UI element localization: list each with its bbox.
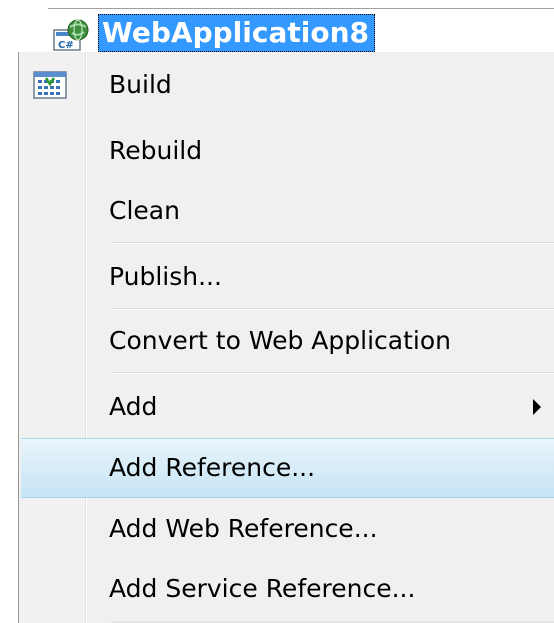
submenu-arrow-icon — [533, 399, 541, 415]
build-icon — [32, 70, 68, 100]
web-project-icon: C# — [52, 18, 92, 52]
project-name-label[interactable]: WebApplication8 — [98, 14, 375, 52]
menu-separator-highlight — [111, 309, 554, 310]
tree-divider — [48, 8, 554, 9]
menu-item-clean[interactable]: Clean — [21, 182, 554, 240]
menu-item-label: Add Service Reference... — [109, 574, 416, 603]
menu-item-label: Add Web Reference... — [109, 514, 378, 543]
menu-item-add-web-reference[interactable]: Add Web Reference... — [21, 500, 554, 558]
menu-item-label: Rebuild — [109, 136, 203, 165]
context-menu: Build Rebuild Clean Publish... Convert t… — [18, 52, 554, 623]
menu-item-convert-to-web-application[interactable]: Convert to Web Application — [21, 312, 554, 370]
menu-item-label: Convert to Web Application — [109, 326, 451, 355]
menu-item-label: Add Reference... — [109, 453, 316, 482]
menu-item-label: Clean — [109, 196, 180, 225]
menu-item-add[interactable]: Add — [21, 378, 554, 436]
menu-separator-highlight — [111, 243, 554, 244]
menu-item-label: Add — [109, 392, 158, 421]
screen: C# WebApplication8 Build Rebuild Clean P… — [0, 0, 554, 623]
menu-item-add-service-reference[interactable]: Add Service Reference... — [21, 560, 554, 618]
menu-item-label: Build — [109, 70, 172, 99]
svg-text:C#: C# — [58, 40, 74, 51]
menu-item-build[interactable]: Build — [21, 56, 554, 114]
menu-item-label: Publish... — [109, 262, 222, 291]
menu-separator-highlight — [111, 373, 554, 374]
project-tree-row[interactable]: C# WebApplication8 — [0, 0, 554, 52]
menu-item-rebuild[interactable]: Rebuild — [21, 122, 554, 180]
menu-item-publish[interactable]: Publish... — [21, 248, 554, 306]
menu-item-add-reference[interactable]: Add Reference... — [21, 438, 554, 498]
